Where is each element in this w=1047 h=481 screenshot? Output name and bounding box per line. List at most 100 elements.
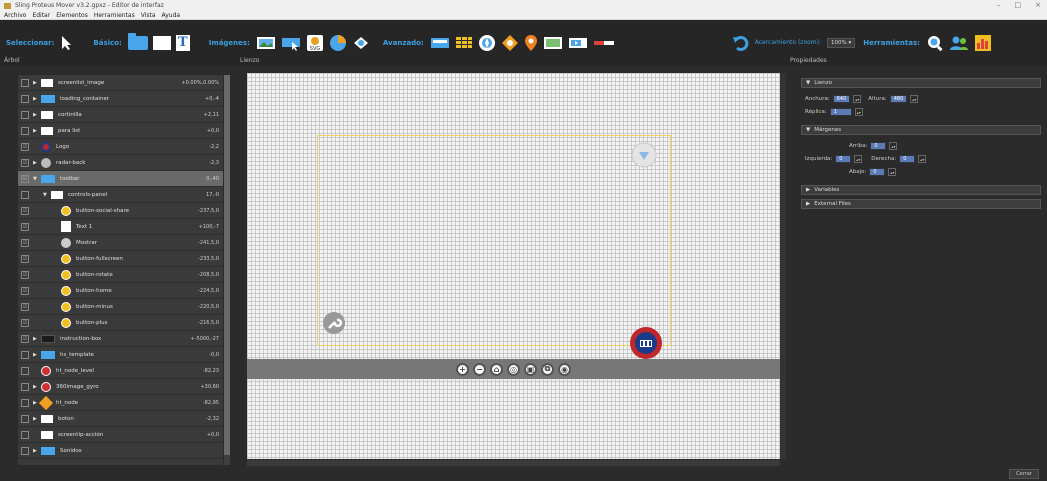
tree-row[interactable]: ▶ screenlist_image +0.00%,0.00%	[18, 75, 223, 91]
section-external-files[interactable]: ▶ External Files	[801, 199, 1041, 209]
tree-row[interactable]: ▶ Sonidos	[18, 443, 223, 459]
menu-archivo[interactable]: Archivo	[4, 12, 26, 19]
tree-row[interactable]: ▼ controls-panel 17,-0	[18, 187, 223, 203]
expand-arrow-icon[interactable]: ▶	[33, 336, 39, 342]
hotspot-tool-button[interactable]	[329, 33, 347, 53]
right-input[interactable]: 0	[899, 155, 916, 163]
wrench-icon[interactable]	[322, 311, 346, 335]
visibility-checkbox[interactable]	[21, 350, 29, 359]
tree-row[interactable]: ▶ cortinilla +2,11	[18, 107, 223, 123]
logo-icon[interactable]	[629, 326, 663, 360]
text-tool-button[interactable]: T	[175, 33, 190, 53]
tree-row[interactable]: ☑ button-social-share -237,5,0	[18, 203, 223, 219]
rotate-button[interactable]: ◎	[507, 362, 520, 376]
polygon-tool-button[interactable]	[352, 33, 370, 53]
visibility-checkbox[interactable]	[21, 430, 29, 439]
tree-row[interactable]: ▶ 360image_gyro +30,60	[18, 379, 223, 395]
visibility-checkbox[interactable]: ☑	[21, 254, 29, 263]
gyro-tool-button[interactable]	[501, 33, 519, 53]
tree-row[interactable]: ☑ Logo -2,2	[18, 139, 223, 155]
compass-tool-button[interactable]	[478, 33, 496, 53]
pointer-tool-icon[interactable]	[60, 33, 74, 53]
tree-row[interactable]: ☑ ▶ radar-back -2,3	[18, 155, 223, 171]
top-spinner[interactable]: ▴▾	[889, 142, 898, 150]
users-tool-button[interactable]	[949, 33, 969, 53]
tree-row[interactable]: ☑ Text 1 +100,-7	[18, 219, 223, 235]
tree-row[interactable]: ☑ button-rotate -208,5,0	[18, 267, 223, 283]
visibility-checkbox[interactable]	[21, 382, 29, 391]
fullscreen-button[interactable]: ▣	[524, 362, 537, 376]
width-input[interactable]: 640	[832, 95, 851, 103]
replica-input[interactable]: 1	[829, 108, 852, 116]
height-input[interactable]: 480	[889, 95, 908, 103]
panel-tool-button[interactable]	[430, 33, 450, 53]
undo-button[interactable]	[732, 33, 750, 53]
left-spinner[interactable]: ▴▾	[854, 155, 863, 163]
section-variables[interactable]: ▶ Variables	[801, 185, 1041, 195]
maximize-button[interactable]: □	[1015, 1, 1022, 9]
visibility-checkbox[interactable]: ☑	[21, 174, 29, 183]
chart-tool-button[interactable]	[974, 33, 992, 53]
expand-arrow-icon[interactable]: ▶	[33, 160, 39, 166]
menu-herramientas[interactable]: Herramientas	[94, 12, 135, 19]
image-tool-button[interactable]	[256, 33, 276, 53]
image-button-tool[interactable]	[281, 33, 301, 53]
tree-row[interactable]: ht_node_level -82,23	[18, 363, 223, 379]
svg-tool-button[interactable]: SVG	[306, 33, 324, 53]
zoom-in-button[interactable]: +	[456, 362, 469, 376]
expand-arrow-icon[interactable]: ▶	[33, 352, 39, 358]
visibility-checkbox[interactable]: ☑	[21, 302, 29, 311]
tree-row[interactable]: ☑ ▼ toolbar 0,-40	[18, 171, 223, 187]
home-button[interactable]: ⌂	[490, 362, 503, 376]
tree-row[interactable]: ▶ hs_template -0,0	[18, 347, 223, 363]
minimize-button[interactable]: –	[997, 1, 1001, 9]
expand-arrow-icon[interactable]: ▶	[33, 448, 39, 454]
top-input[interactable]: 0	[870, 142, 887, 150]
video-tool-button[interactable]	[568, 33, 588, 53]
rectangle-tool-button[interactable]	[152, 33, 171, 53]
tree-row[interactable]: ▶ ht_node -82,95	[18, 395, 223, 411]
replica-spinner[interactable]: ▴▾	[854, 108, 863, 116]
visibility-checkbox[interactable]: ☑	[21, 318, 29, 327]
close-window-button[interactable]: ×	[1035, 1, 1041, 9]
tree-row[interactable]: screentip-acción +0,0	[18, 427, 223, 443]
expand-arrow-icon[interactable]: ▶	[33, 112, 39, 118]
visibility-checkbox[interactable]	[21, 366, 29, 375]
location-button[interactable]: ◉	[558, 362, 571, 376]
visibility-checkbox[interactable]: ☑	[21, 222, 29, 231]
visibility-checkbox[interactable]	[21, 110, 29, 119]
expand-arrow-icon[interactable]: ▼	[33, 176, 39, 182]
visibility-checkbox[interactable]	[21, 446, 29, 455]
zoom-out-button[interactable]: −	[473, 362, 486, 376]
right-spinner[interactable]: ▴▾	[918, 155, 927, 163]
visibility-checkbox[interactable]: ☑	[21, 206, 29, 215]
zoom-select[interactable]: 100% ▾	[827, 37, 856, 48]
radar-icon[interactable]	[631, 142, 657, 168]
tree-row[interactable]: ☑ button-minus -220,5,0	[18, 299, 223, 315]
expand-arrow-icon[interactable]: ▶	[33, 80, 39, 86]
visibility-checkbox[interactable]: ☑	[21, 238, 29, 247]
tree-row[interactable]: ▶ para list +0,0	[18, 123, 223, 139]
expand-arrow-icon[interactable]: ▼	[43, 192, 49, 198]
expand-arrow-icon[interactable]: ▶	[33, 384, 39, 390]
canvas-grid[interactable]: + − ⌂ ◎ ▣ ⧉ ◉	[247, 73, 780, 459]
tree-row[interactable]: ☑ ▶ instruction-box +-5000,-27	[18, 331, 223, 347]
grid-tool-button[interactable]	[455, 33, 473, 53]
visibility-checkbox[interactable]	[21, 398, 29, 407]
visibility-checkbox[interactable]: ☑	[21, 158, 29, 167]
visibility-checkbox[interactable]: ☑	[21, 270, 29, 279]
tree-row[interactable]: ☑ button-plus -216,5,0	[18, 315, 223, 331]
tree-row[interactable]: ☑ button-fullscreen -233,5,0	[18, 251, 223, 267]
menu-editar[interactable]: Editar	[32, 12, 50, 19]
tree-row[interactable]: ▶ boton -2,32	[18, 411, 223, 427]
container-tool-button[interactable]	[127, 32, 148, 53]
tree-row[interactable]: ☑ Mostrar -241,5,0	[18, 235, 223, 251]
tree-row[interactable]: ☑ button-home -224,5,0	[18, 283, 223, 299]
visibility-checkbox[interactable]	[21, 78, 29, 87]
bottom-input[interactable]: 0	[869, 168, 886, 176]
section-lienzo[interactable]: ▼ Lienzo	[801, 78, 1041, 88]
map-tool-button[interactable]	[543, 33, 563, 53]
progress-tool-button[interactable]	[593, 33, 615, 53]
visibility-checkbox[interactable]: ☑	[21, 286, 29, 295]
tree-row[interactable]: ▶ loading_container +0,-4	[18, 91, 223, 107]
